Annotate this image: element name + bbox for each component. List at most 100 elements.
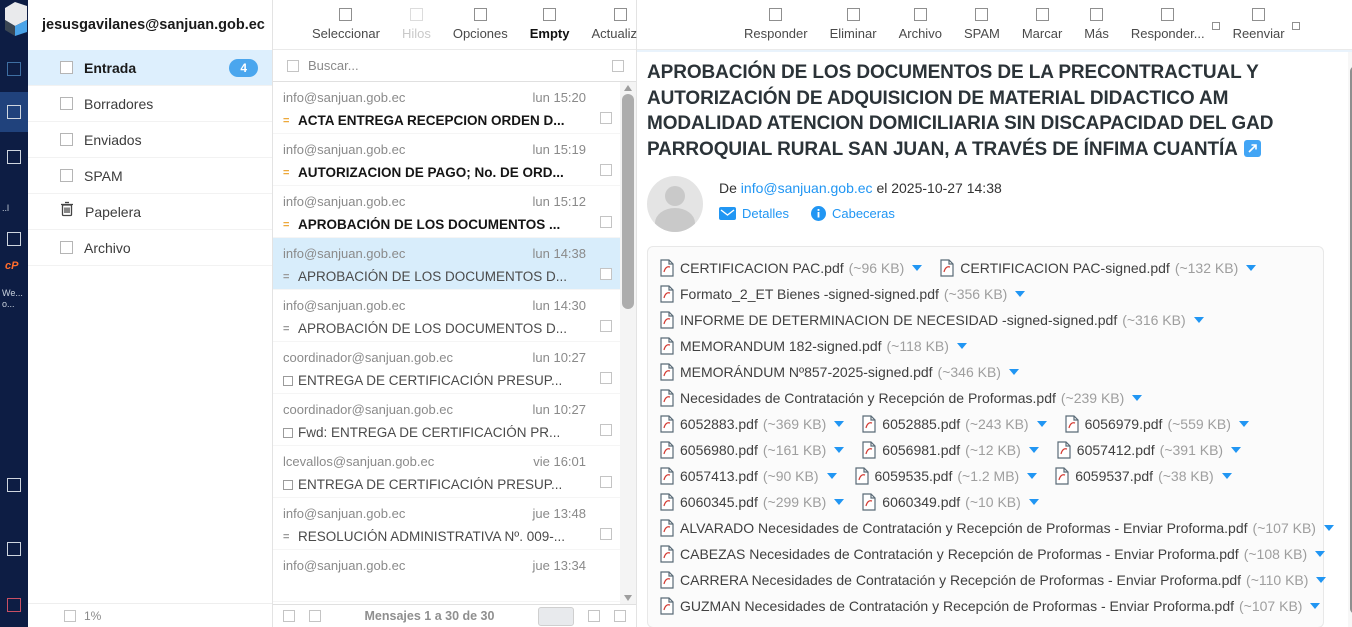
attachment[interactable]: CARRERA Necesidades de Contratación y Re…	[660, 571, 1326, 589]
message-row[interactable]: info@sanjuan.gob.ec lun 15:19 AUTORIZACI…	[273, 134, 620, 186]
message-checkbox[interactable]	[600, 112, 612, 124]
attachment-menu-icon[interactable]	[1015, 291, 1025, 297]
message-row[interactable]: coordinador@sanjuan.gob.ec lun 10:27 Fwd…	[273, 394, 620, 446]
attachment-menu-icon[interactable]	[1009, 369, 1019, 375]
attachment[interactable]: Formato_2_ET Bienes -signed-signed.pdf (…	[660, 285, 1025, 303]
toolbar-button[interactable]: Hilos	[391, 8, 442, 41]
search-icon[interactable]	[287, 60, 299, 72]
attachment-menu-icon[interactable]	[1029, 499, 1039, 505]
mail-scrollbar[interactable]	[1348, 52, 1352, 627]
open-in-new-window-icon[interactable]	[1244, 140, 1261, 157]
attachment-menu-icon[interactable]	[1324, 525, 1334, 531]
attachment-menu-icon[interactable]	[1231, 447, 1241, 453]
attachment-menu-icon[interactable]	[1310, 603, 1320, 609]
message-row[interactable]: info@sanjuan.gob.ec lun 14:38 APROBACIÓN…	[273, 238, 620, 290]
attachment-menu-icon[interactable]	[1222, 473, 1232, 479]
message-row[interactable]: lcevallos@sanjuan.gob.ec vie 16:01 ENTRE…	[273, 446, 620, 498]
attachment[interactable]: 6060345.pdf (~299 KB)	[660, 493, 844, 511]
message-checkbox[interactable]	[600, 424, 612, 436]
rail-item-selected[interactable]	[0, 92, 28, 132]
list-scrollbar[interactable]	[620, 82, 636, 604]
toolbar-button[interactable]: Archivo	[888, 8, 953, 41]
dropdown-caret-icon[interactable]	[1212, 22, 1220, 30]
attachment[interactable]: 6059535.pdf (~1.2 MB)	[855, 467, 1038, 485]
attachment-menu-icon[interactable]	[834, 421, 844, 427]
toolbar-button[interactable]: SPAM	[953, 8, 1011, 41]
toolbar-button[interactable]: Reenviar	[1222, 8, 1296, 41]
attachment-menu-icon[interactable]	[1316, 577, 1326, 583]
search-options-icon[interactable]	[612, 60, 624, 72]
attachment-menu-icon[interactable]	[1027, 473, 1037, 479]
attachment[interactable]: GUZMAN Necesidades de Contratación y Rec…	[660, 597, 1320, 615]
rail-item-icon[interactable]	[7, 542, 21, 556]
message-checkbox[interactable]	[600, 528, 612, 540]
toolbar-button[interactable]: Responder...	[1120, 8, 1216, 41]
attachment-menu-icon[interactable]	[1246, 265, 1256, 271]
attachment-menu-icon[interactable]	[1239, 421, 1249, 427]
attachment[interactable]: 6059537.pdf (~38 KB)	[1055, 467, 1232, 485]
rail-item-icon[interactable]	[7, 150, 21, 164]
attachment-menu-icon[interactable]	[957, 343, 967, 349]
details-link[interactable]: Detalles	[719, 206, 789, 221]
dropdown-caret-icon[interactable]	[1292, 22, 1300, 30]
headers-link[interactable]: Cabeceras	[811, 206, 895, 221]
message-checkbox[interactable]	[600, 164, 612, 176]
folder-item[interactable]: Papelera	[28, 194, 272, 230]
toolbar-button[interactable]: Responder	[733, 8, 819, 41]
sender-email-link[interactable]: info@sanjuan.gob.ec	[741, 180, 873, 196]
first-page-icon[interactable]	[309, 610, 321, 622]
folder-item[interactable]: Borradores	[28, 86, 272, 122]
message-checkbox[interactable]	[600, 268, 612, 280]
attachment[interactable]: 6052883.pdf (~369 KB)	[660, 415, 844, 433]
attachment[interactable]: INFORME DE DETERMINACION DE NECESIDAD -s…	[660, 311, 1204, 329]
attachment-menu-icon[interactable]	[1037, 421, 1047, 427]
attachment[interactable]: 6056981.pdf (~12 KB)	[862, 441, 1039, 459]
attachment-menu-icon[interactable]	[834, 447, 844, 453]
scroll-down-icon[interactable]	[624, 595, 632, 601]
last-page-icon[interactable]	[614, 610, 626, 622]
message-checkbox[interactable]	[600, 320, 612, 332]
message-checkbox[interactable]	[600, 476, 612, 488]
attachment[interactable]: CABEZAS Necesidades de Contratación y Re…	[660, 545, 1325, 563]
scroll-up-icon[interactable]	[624, 85, 632, 91]
folder-item[interactable]: SPAM	[28, 158, 272, 194]
folder-item[interactable]: Entrada 4	[28, 50, 272, 86]
attachment-menu-icon[interactable]	[1315, 551, 1325, 557]
attachment[interactable]: MEMORANDUM 182-signed.pdf (~118 KB)	[660, 337, 967, 355]
message-checkbox[interactable]	[600, 372, 612, 384]
attachment-menu-icon[interactable]	[912, 265, 922, 271]
attachment-menu-icon[interactable]	[834, 499, 844, 505]
toolbar-button[interactable]: Opciones	[442, 8, 519, 41]
attachment[interactable]: Necesidades de Contratación y Recepción …	[660, 389, 1142, 407]
attachment[interactable]: 6057412.pdf (~391 KB)	[1057, 441, 1241, 459]
attachment[interactable]: CERTIFICACION PAC-signed.pdf (~132 KB)	[940, 259, 1256, 277]
attachment[interactable]: 6052885.pdf (~243 KB)	[862, 415, 1046, 433]
attachment[interactable]: 6056979.pdf (~559 KB)	[1065, 415, 1249, 433]
attachment[interactable]: CERTIFICACION PAC.pdf (~96 KB)	[660, 259, 922, 277]
attachment-menu-icon[interactable]	[1029, 447, 1039, 453]
attachment[interactable]: 6057413.pdf (~90 KB)	[660, 467, 837, 485]
attachment[interactable]: ALVARADO Necesidades de Contratación y R…	[660, 519, 1334, 537]
rail-logout-icon[interactable]	[7, 598, 21, 612]
attachment-menu-icon[interactable]	[1194, 317, 1204, 323]
select-all-icon[interactable]	[283, 610, 295, 622]
rail-item-icon[interactable]	[7, 478, 21, 492]
message-row[interactable]: coordinador@sanjuan.gob.ec lun 10:27 ENT…	[273, 342, 620, 394]
toolbar-button[interactable]: Seleccionar	[301, 8, 391, 41]
message-row[interactable]: info@sanjuan.gob.ec lun 15:12 APROBACIÓN…	[273, 186, 620, 238]
list-scrollbar-thumb[interactable]	[622, 94, 634, 309]
search-input[interactable]	[308, 58, 603, 73]
rail-item-icon[interactable]	[7, 62, 21, 76]
toolbar-button[interactable]: Más	[1073, 8, 1120, 41]
rail-item-icon[interactable]	[7, 232, 21, 246]
toolbar-button[interactable]: Eliminar	[819, 8, 888, 41]
message-checkbox[interactable]	[600, 216, 612, 228]
message-row[interactable]: info@sanjuan.gob.ec jue 13:48 RESOLUCIÓN…	[273, 498, 620, 550]
attachment[interactable]: 6060349.pdf (~10 KB)	[862, 493, 1039, 511]
toolbar-button[interactable]: Marcar	[1011, 8, 1073, 41]
attachment[interactable]: MEMORÁNDUM Nº857-2025-signed.pdf (~346 K…	[660, 363, 1019, 381]
message-row[interactable]: info@sanjuan.gob.ec lun 15:20 ACTA ENTRE…	[273, 82, 620, 134]
folder-item[interactable]: Archivo	[28, 230, 272, 266]
attachment-menu-icon[interactable]	[827, 473, 837, 479]
attachment[interactable]: 6056980.pdf (~161 KB)	[660, 441, 844, 459]
